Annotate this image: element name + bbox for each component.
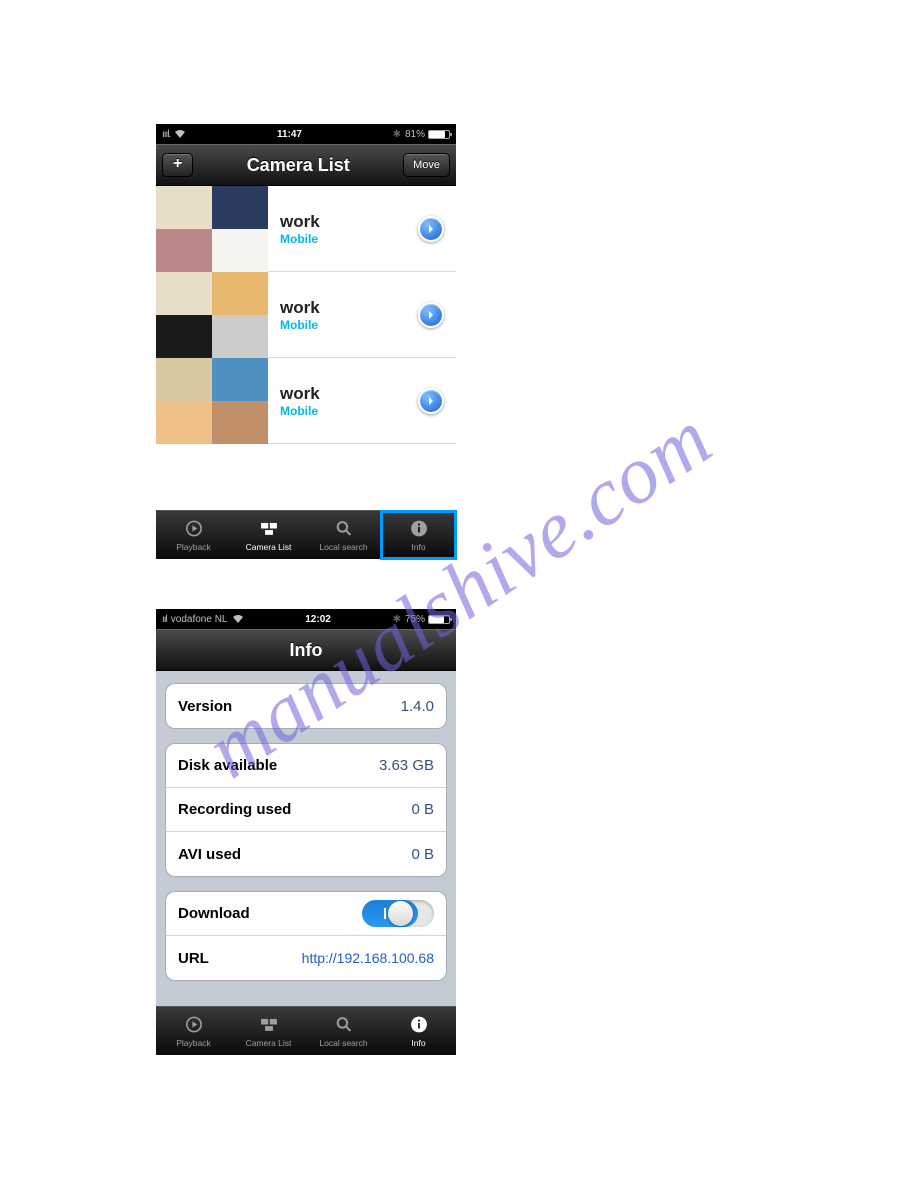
tab-playback[interactable]: Playback	[156, 1007, 231, 1055]
battery-indicator: 75%	[405, 614, 450, 625]
settings-group: Version1.4.0	[165, 683, 447, 729]
search-icon	[333, 1015, 355, 1036]
camera-item[interactable]: workMobile	[156, 358, 456, 444]
row-key: AVI used	[178, 846, 411, 863]
row-key: Version	[178, 698, 401, 715]
camera-list: workMobileworkMobileworkMobile	[156, 186, 456, 444]
camera-list-icon	[258, 1015, 280, 1036]
disclosure-icon[interactable]	[418, 216, 444, 242]
info-content: Version1.4.0Disk available3.63 GBRecordi…	[156, 671, 456, 1055]
camera-thumb	[156, 186, 268, 272]
screenshot-info: ııl vodafone NL 12:02 ✱ 75% Info Version…	[156, 609, 456, 1055]
tab-local-search[interactable]: Local search	[306, 511, 381, 559]
row-key: Download	[178, 905, 362, 922]
tab-camera-list[interactable]: Camera List	[231, 511, 306, 559]
signal-icon: ııl	[162, 614, 167, 625]
bluetooth-icon: ✱	[393, 614, 401, 625]
tab-info[interactable]: Info	[381, 1007, 456, 1055]
tab-label: Camera List	[246, 1038, 292, 1048]
settings-row: URLhttp://192.168.100.68	[166, 936, 446, 980]
tab-bar: Playback Camera List Local search Info	[156, 1006, 456, 1055]
status-bar: ıııl. 11:47 ✱ 81%	[156, 124, 456, 144]
tab-label: Local search	[319, 542, 367, 552]
tab-info[interactable]: Info	[381, 511, 456, 559]
add-button[interactable]: +	[162, 153, 193, 177]
settings-row: AVI used0 B	[166, 832, 446, 876]
camera-name: work	[280, 212, 418, 232]
settings-group: Download URLhttp://192.168.100.68	[165, 891, 447, 981]
status-bar: ııl vodafone NL 12:02 ✱ 75%	[156, 609, 456, 629]
wifi-icon	[174, 129, 186, 139]
status-time: 12:02	[248, 614, 389, 625]
settings-row: Version1.4.0	[166, 684, 446, 728]
battery-icon	[428, 615, 450, 624]
disclosure-icon[interactable]	[418, 302, 444, 328]
row-key: Recording used	[178, 801, 411, 818]
wifi-icon	[232, 614, 244, 624]
settings-row: Disk available3.63 GB	[166, 744, 446, 788]
row-key: Disk available	[178, 757, 379, 774]
info-icon	[408, 1015, 430, 1036]
bluetooth-icon: ✱	[393, 129, 401, 140]
nav-bar: Info	[156, 629, 456, 671]
nav-title: Info	[162, 640, 450, 661]
camera-item[interactable]: workMobile	[156, 186, 456, 272]
tab-bar: Playback Camera List Local search Info	[156, 510, 456, 559]
download-toggle[interactable]	[362, 900, 434, 927]
signal-icon: ıııl.	[162, 129, 170, 140]
tab-label: Playback	[176, 542, 211, 552]
search-icon	[333, 519, 355, 540]
playback-icon	[183, 1015, 205, 1036]
url-link[interactable]: http://192.168.100.68	[302, 950, 434, 966]
tab-label: Info	[411, 1038, 425, 1048]
info-icon	[408, 519, 430, 540]
camera-subtitle: Mobile	[280, 232, 418, 246]
camera-thumb	[156, 272, 268, 358]
camera-thumb	[156, 358, 268, 444]
tab-label: Info	[411, 542, 425, 552]
camera-name: work	[280, 298, 418, 318]
tab-label: Playback	[176, 1038, 211, 1048]
nav-title: Camera List	[193, 155, 403, 176]
row-key: URL	[178, 950, 302, 967]
tab-label: Camera List	[246, 542, 292, 552]
camera-subtitle: Mobile	[280, 318, 418, 332]
settings-group: Disk available3.63 GBRecording used0 BAV…	[165, 743, 447, 877]
nav-bar: + Camera List Move	[156, 144, 456, 186]
camera-item[interactable]: workMobile	[156, 272, 456, 358]
row-value: 1.4.0	[401, 698, 434, 715]
tab-label: Local search	[319, 1038, 367, 1048]
row-value: 3.63 GB	[379, 757, 434, 774]
camera-list-icon	[258, 519, 280, 540]
screenshot-camera-list: ıııl. 11:47 ✱ 81% + Camera List Move wor…	[156, 124, 456, 559]
row-value: 0 B	[411, 801, 434, 818]
battery-icon	[428, 130, 450, 139]
tab-camera-list[interactable]: Camera List	[231, 1007, 306, 1055]
battery-indicator: 81%	[405, 129, 450, 140]
status-time: 11:47	[190, 129, 388, 140]
tab-local-search[interactable]: Local search	[306, 1007, 381, 1055]
carrier-label: vodafone NL	[171, 614, 228, 625]
move-button[interactable]: Move	[403, 153, 450, 177]
tab-playback[interactable]: Playback	[156, 511, 231, 559]
disclosure-icon[interactable]	[418, 388, 444, 414]
row-value: 0 B	[411, 846, 434, 863]
camera-subtitle: Mobile	[280, 404, 418, 418]
settings-row: Download	[166, 892, 446, 936]
playback-icon	[183, 519, 205, 540]
settings-row: Recording used0 B	[166, 788, 446, 832]
camera-name: work	[280, 384, 418, 404]
